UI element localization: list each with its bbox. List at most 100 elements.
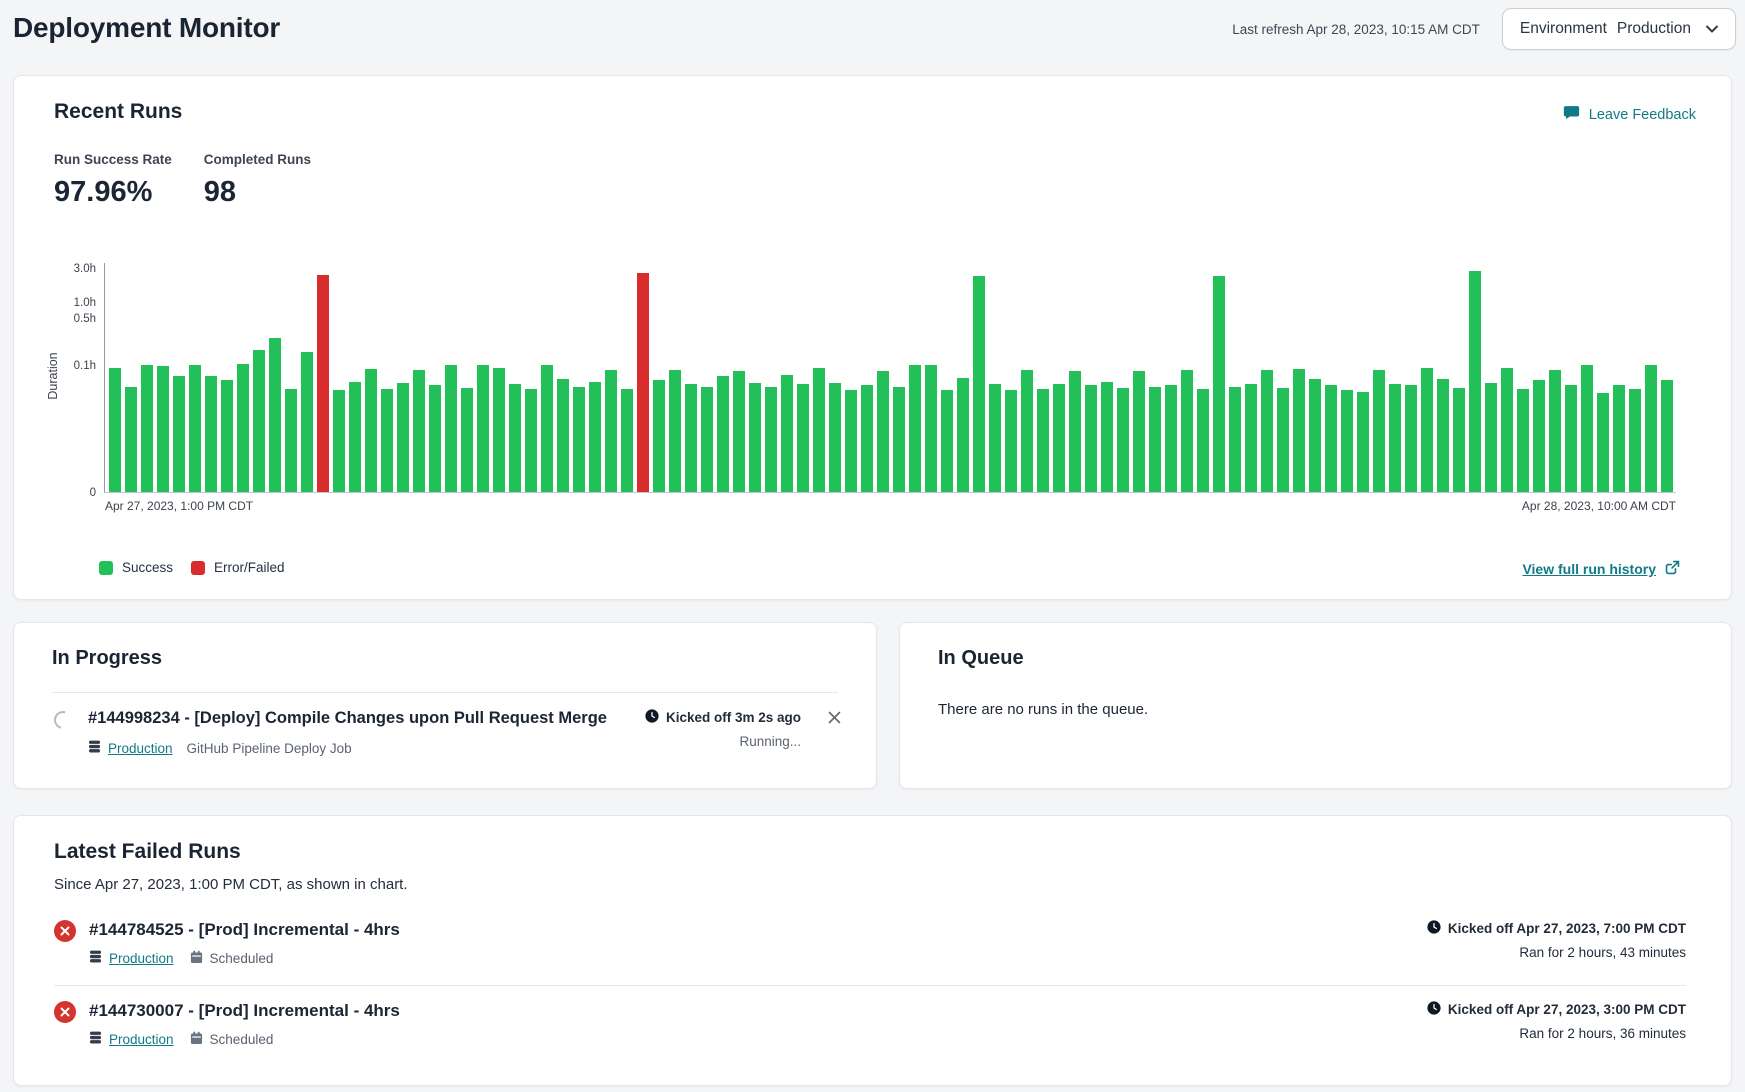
chart-bar-success[interactable]: [413, 370, 425, 492]
chart-bar-success[interactable]: [429, 385, 441, 492]
environment-production-link[interactable]: Production: [88, 740, 173, 757]
chart-bar-success[interactable]: [1229, 387, 1241, 492]
chart-bar-success[interactable]: [781, 375, 793, 492]
chart-bar-success[interactable]: [285, 389, 297, 492]
chart-bar-success[interactable]: [893, 387, 905, 492]
chart-bar-success[interactable]: [1453, 388, 1465, 492]
chart-bar-success[interactable]: [1117, 388, 1129, 492]
chart-bar-success[interactable]: [925, 365, 937, 492]
chart-bar-success[interactable]: [573, 387, 585, 492]
chart-bar-success[interactable]: [989, 384, 1001, 492]
environment-dropdown[interactable]: Environment Production: [1502, 8, 1736, 50]
chart-bar-success[interactable]: [237, 364, 249, 492]
chart-bar-success[interactable]: [733, 371, 745, 492]
chart-bar-success[interactable]: [1245, 384, 1257, 492]
chart-bar-success[interactable]: [877, 371, 889, 492]
chart-bar-success[interactable]: [1517, 389, 1529, 492]
chart-bar-success[interactable]: [269, 338, 281, 492]
chart-bar-success[interactable]: [1437, 379, 1449, 492]
chart-bar-success[interactable]: [301, 352, 313, 492]
leave-feedback-link[interactable]: Leave Feedback: [1563, 104, 1696, 125]
chart-bar-success[interactable]: [397, 383, 409, 492]
view-full-run-history-link[interactable]: View full run history: [1522, 559, 1681, 579]
chart-bar-success[interactable]: [845, 390, 857, 492]
chart-bar-success[interactable]: [1261, 370, 1273, 492]
chart-bar-success[interactable]: [1661, 380, 1673, 492]
chart-bar-success[interactable]: [589, 382, 601, 492]
chart-bar-success[interactable]: [957, 378, 969, 492]
chart-bar-success[interactable]: [1405, 385, 1417, 492]
chart-bar-success[interactable]: [1469, 271, 1481, 492]
chart-bar-success[interactable]: [461, 388, 473, 492]
chart-bar-success[interactable]: [605, 370, 617, 492]
chart-bar-success[interactable]: [1069, 371, 1081, 492]
chart-bar-success[interactable]: [1101, 382, 1113, 492]
chart-bar-success[interactable]: [765, 387, 777, 492]
chart-bar-success[interactable]: [1533, 380, 1545, 492]
chart-bar-success[interactable]: [717, 376, 729, 492]
chart-bar-success[interactable]: [205, 376, 217, 492]
chart-bar-success[interactable]: [493, 368, 505, 492]
chart-bar-success[interactable]: [477, 365, 489, 492]
chart-bar-success[interactable]: [141, 365, 153, 492]
chart-bar-failed[interactable]: [637, 273, 649, 492]
environment-production-link[interactable]: Production: [89, 1031, 174, 1048]
chart-bar-success[interactable]: [1389, 384, 1401, 492]
chart-bar-success[interactable]: [349, 382, 361, 492]
chart-bar-success[interactable]: [381, 389, 393, 492]
chart-bar-success[interactable]: [1053, 384, 1065, 492]
chart-bar-success[interactable]: [797, 384, 809, 492]
chart-bar-success[interactable]: [1021, 370, 1033, 492]
chart-bar-success[interactable]: [861, 385, 873, 492]
chart-bar-success[interactable]: [1565, 385, 1577, 492]
chart-bar-success[interactable]: [701, 387, 713, 492]
chart-bar-success[interactable]: [525, 389, 537, 492]
chart-bar-success[interactable]: [1325, 385, 1337, 492]
chart-bar-success[interactable]: [1341, 390, 1353, 492]
chart-bar-success[interactable]: [1293, 369, 1305, 492]
chart-bar-success[interactable]: [541, 365, 553, 492]
chart-bar-success[interactable]: [941, 390, 953, 492]
chart-bar-success[interactable]: [221, 380, 233, 492]
chart-bar-success[interactable]: [157, 366, 169, 492]
chart-bar-success[interactable]: [1645, 365, 1657, 492]
chart-bar-success[interactable]: [509, 384, 521, 492]
chart-bar-success[interactable]: [909, 365, 921, 492]
chart-bar-success[interactable]: [1309, 379, 1321, 492]
chart-bar-success[interactable]: [557, 379, 569, 492]
chart-bar-success[interactable]: [1613, 385, 1625, 492]
chart-bar-success[interactable]: [1181, 370, 1193, 492]
chart-bar-success[interactable]: [973, 276, 985, 492]
chart-bar-success[interactable]: [1277, 388, 1289, 492]
chart-bar-success[interactable]: [1165, 385, 1177, 492]
chart-bar-success[interactable]: [333, 390, 345, 492]
chart-bar-success[interactable]: [1421, 368, 1433, 492]
chart-bar-failed[interactable]: [317, 275, 329, 492]
chart-bar-success[interactable]: [1581, 365, 1593, 492]
chart-bar-success[interactable]: [1005, 390, 1017, 492]
chart-bar-success[interactable]: [1373, 370, 1385, 492]
chart-bar-success[interactable]: [829, 383, 841, 492]
chart-bar-success[interactable]: [109, 368, 121, 492]
chart-bar-success[interactable]: [1213, 276, 1225, 492]
chart-bar-success[interactable]: [653, 380, 665, 492]
chart-bar-success[interactable]: [1357, 392, 1369, 492]
chart-bar-success[interactable]: [813, 368, 825, 492]
chart-bar-success[interactable]: [125, 387, 137, 492]
chart-bar-success[interactable]: [253, 350, 265, 492]
chart-bar-success[interactable]: [669, 370, 681, 492]
environment-production-link[interactable]: Production: [89, 950, 174, 967]
close-icon[interactable]: [827, 710, 842, 725]
chart-bar-success[interactable]: [1629, 389, 1641, 492]
chart-bar-success[interactable]: [1597, 393, 1609, 492]
chart-bar-success[interactable]: [685, 384, 697, 492]
chart-bar-success[interactable]: [1037, 389, 1049, 492]
chart-bar-success[interactable]: [1501, 368, 1513, 492]
chart-bar-success[interactable]: [1085, 385, 1097, 492]
chart-bar-success[interactable]: [749, 383, 761, 492]
chart-bar-success[interactable]: [1197, 389, 1209, 492]
chart-bar-success[interactable]: [365, 369, 377, 492]
chart-bar-success[interactable]: [173, 376, 185, 492]
chart-bar-success[interactable]: [445, 365, 457, 492]
chart-bar-success[interactable]: [1133, 371, 1145, 492]
